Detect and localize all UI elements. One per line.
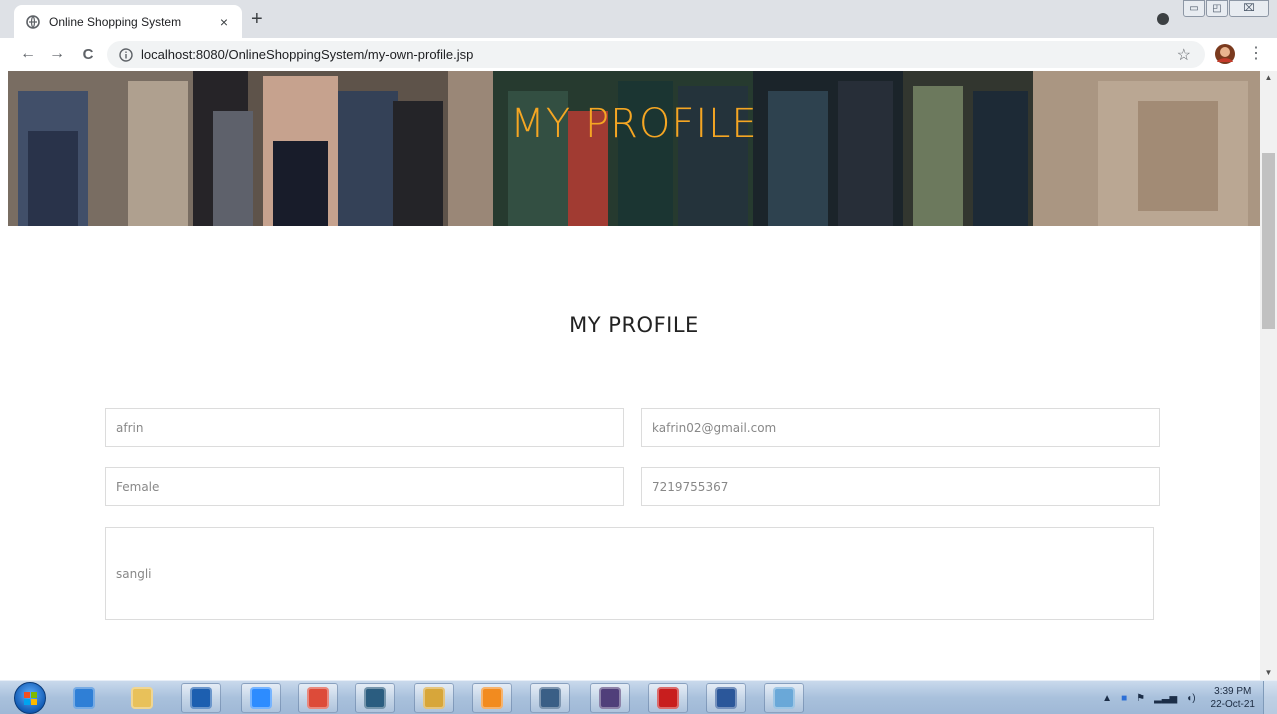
close-window-button[interactable]: ⌧ [1229,0,1269,17]
taskbar-app-button[interactable] [414,683,454,713]
sublime-text-icon [481,687,503,709]
extension-avatar-icon[interactable] [1213,42,1237,66]
taskbar-app-button[interactable] [355,683,395,713]
globe-icon [26,14,40,29]
taskbar-app-button[interactable] [181,683,221,713]
network-signal-icon[interactable]: ▂▃▅ [1154,693,1177,704]
media-player-icon [190,687,212,709]
taskbar-app-button[interactable] [706,683,746,713]
windows-logo-icon [24,692,37,705]
clock-time: 3:39 PM [1214,686,1252,697]
start-button[interactable] [14,682,46,714]
url-text[interactable]: localhost:8080/OnlineShoppingSystem/my-o… [141,47,473,62]
browser-menu-icon[interactable]: ⋮ [1248,44,1264,64]
back-button[interactable]: ← [18,44,38,64]
taskbar-app-button[interactable] [764,683,804,713]
taskbar-app-button[interactable] [298,683,338,713]
page-title: MY PROFILE [569,313,699,337]
window-app-icon [539,687,561,709]
zoom-icon [250,687,272,709]
browser-tab[interactable]: Online Shopping System × [14,5,242,38]
store-mannequins-image [8,71,1260,226]
show-desktop-button[interactable] [1263,681,1277,714]
tray-expand-icon[interactable]: ▲ [1102,693,1112,704]
restore-button[interactable]: ◰ [1206,0,1228,17]
taskbar-app-button[interactable] [530,683,570,713]
scroll-thumb[interactable] [1262,153,1275,329]
internet-explorer-icon [73,687,95,709]
hero-banner: MY PROFILE [8,71,1260,226]
tab-strip: Online Shopping System × + ▭ ◰ ⌧ [0,0,1277,38]
mysql-workbench-icon [364,687,386,709]
clock-date: 22-Oct-21 [1210,699,1255,710]
tab-close-icon[interactable]: × [216,14,232,30]
page-viewport: MY PROFILE MY PROFILE afrin kafrin02@gma… [8,71,1260,680]
address-field[interactable]: sangli [105,527,1154,620]
taskbar-app-button[interactable] [648,683,688,713]
page-scrollbar[interactable]: ▲ ▼ [1260,71,1277,680]
profile-indicator-icon[interactable] [1157,13,1169,25]
scroll-down-icon[interactable]: ▼ [1260,666,1277,680]
gender-field[interactable]: Female [105,467,624,506]
word-icon [715,687,737,709]
tray-app-icon[interactable]: ■ [1121,693,1127,704]
tab-title: Online Shopping System [49,14,182,29]
acrobat-reader-icon [657,687,679,709]
chrome-icon [307,687,329,709]
email-field[interactable]: kafrin02@gmail.com [641,408,1160,447]
java-ee-ide-icon [599,687,621,709]
taskbar-clock[interactable]: 3:39 PM 22-Oct-21 [1211,685,1255,711]
forward-button[interactable]: → [47,44,67,64]
taskbar-app-button[interactable] [64,683,104,713]
paint-icon [773,687,795,709]
action-center-flag-icon[interactable]: ⚑ [1136,693,1145,704]
bookmark-star-icon[interactable]: ☆ [1177,45,1191,65]
browser-toolbar: ← → C localhost:8080/OnlineShoppingSyste… [0,38,1277,71]
minimize-button[interactable]: ▭ [1183,0,1205,17]
taskbar-app-button[interactable] [241,683,281,713]
name-field[interactable]: afrin [105,408,624,447]
volume-icon[interactable]: ◖) [1186,693,1195,704]
info-icon[interactable] [119,47,133,62]
new-tab-button[interactable]: + [251,9,263,29]
lock-app-icon [423,687,445,709]
taskbar-app-button[interactable] [122,683,162,713]
taskbar-app-button[interactable] [472,683,512,713]
hero-title: MY PROFILE [510,101,758,147]
system-tray: ▲ ■ ⚑ ▂▃▅ ◖) 3:39 PM 22-Oct-21 [1102,681,1255,714]
taskbar-app-button[interactable] [590,683,630,713]
scroll-up-icon[interactable]: ▲ [1260,71,1277,85]
file-explorer-icon [131,687,153,709]
address-bar[interactable]: localhost:8080/OnlineShoppingSystem/my-o… [107,41,1205,68]
reload-button[interactable]: C [78,44,98,64]
window-controls: ▭ ◰ ⌧ [1182,0,1269,17]
phone-field[interactable]: 7219755367 [641,467,1160,506]
windows-taskbar: ▲ ■ ⚑ ▂▃▅ ◖) 3:39 PM 22-Oct-21 [0,680,1277,714]
